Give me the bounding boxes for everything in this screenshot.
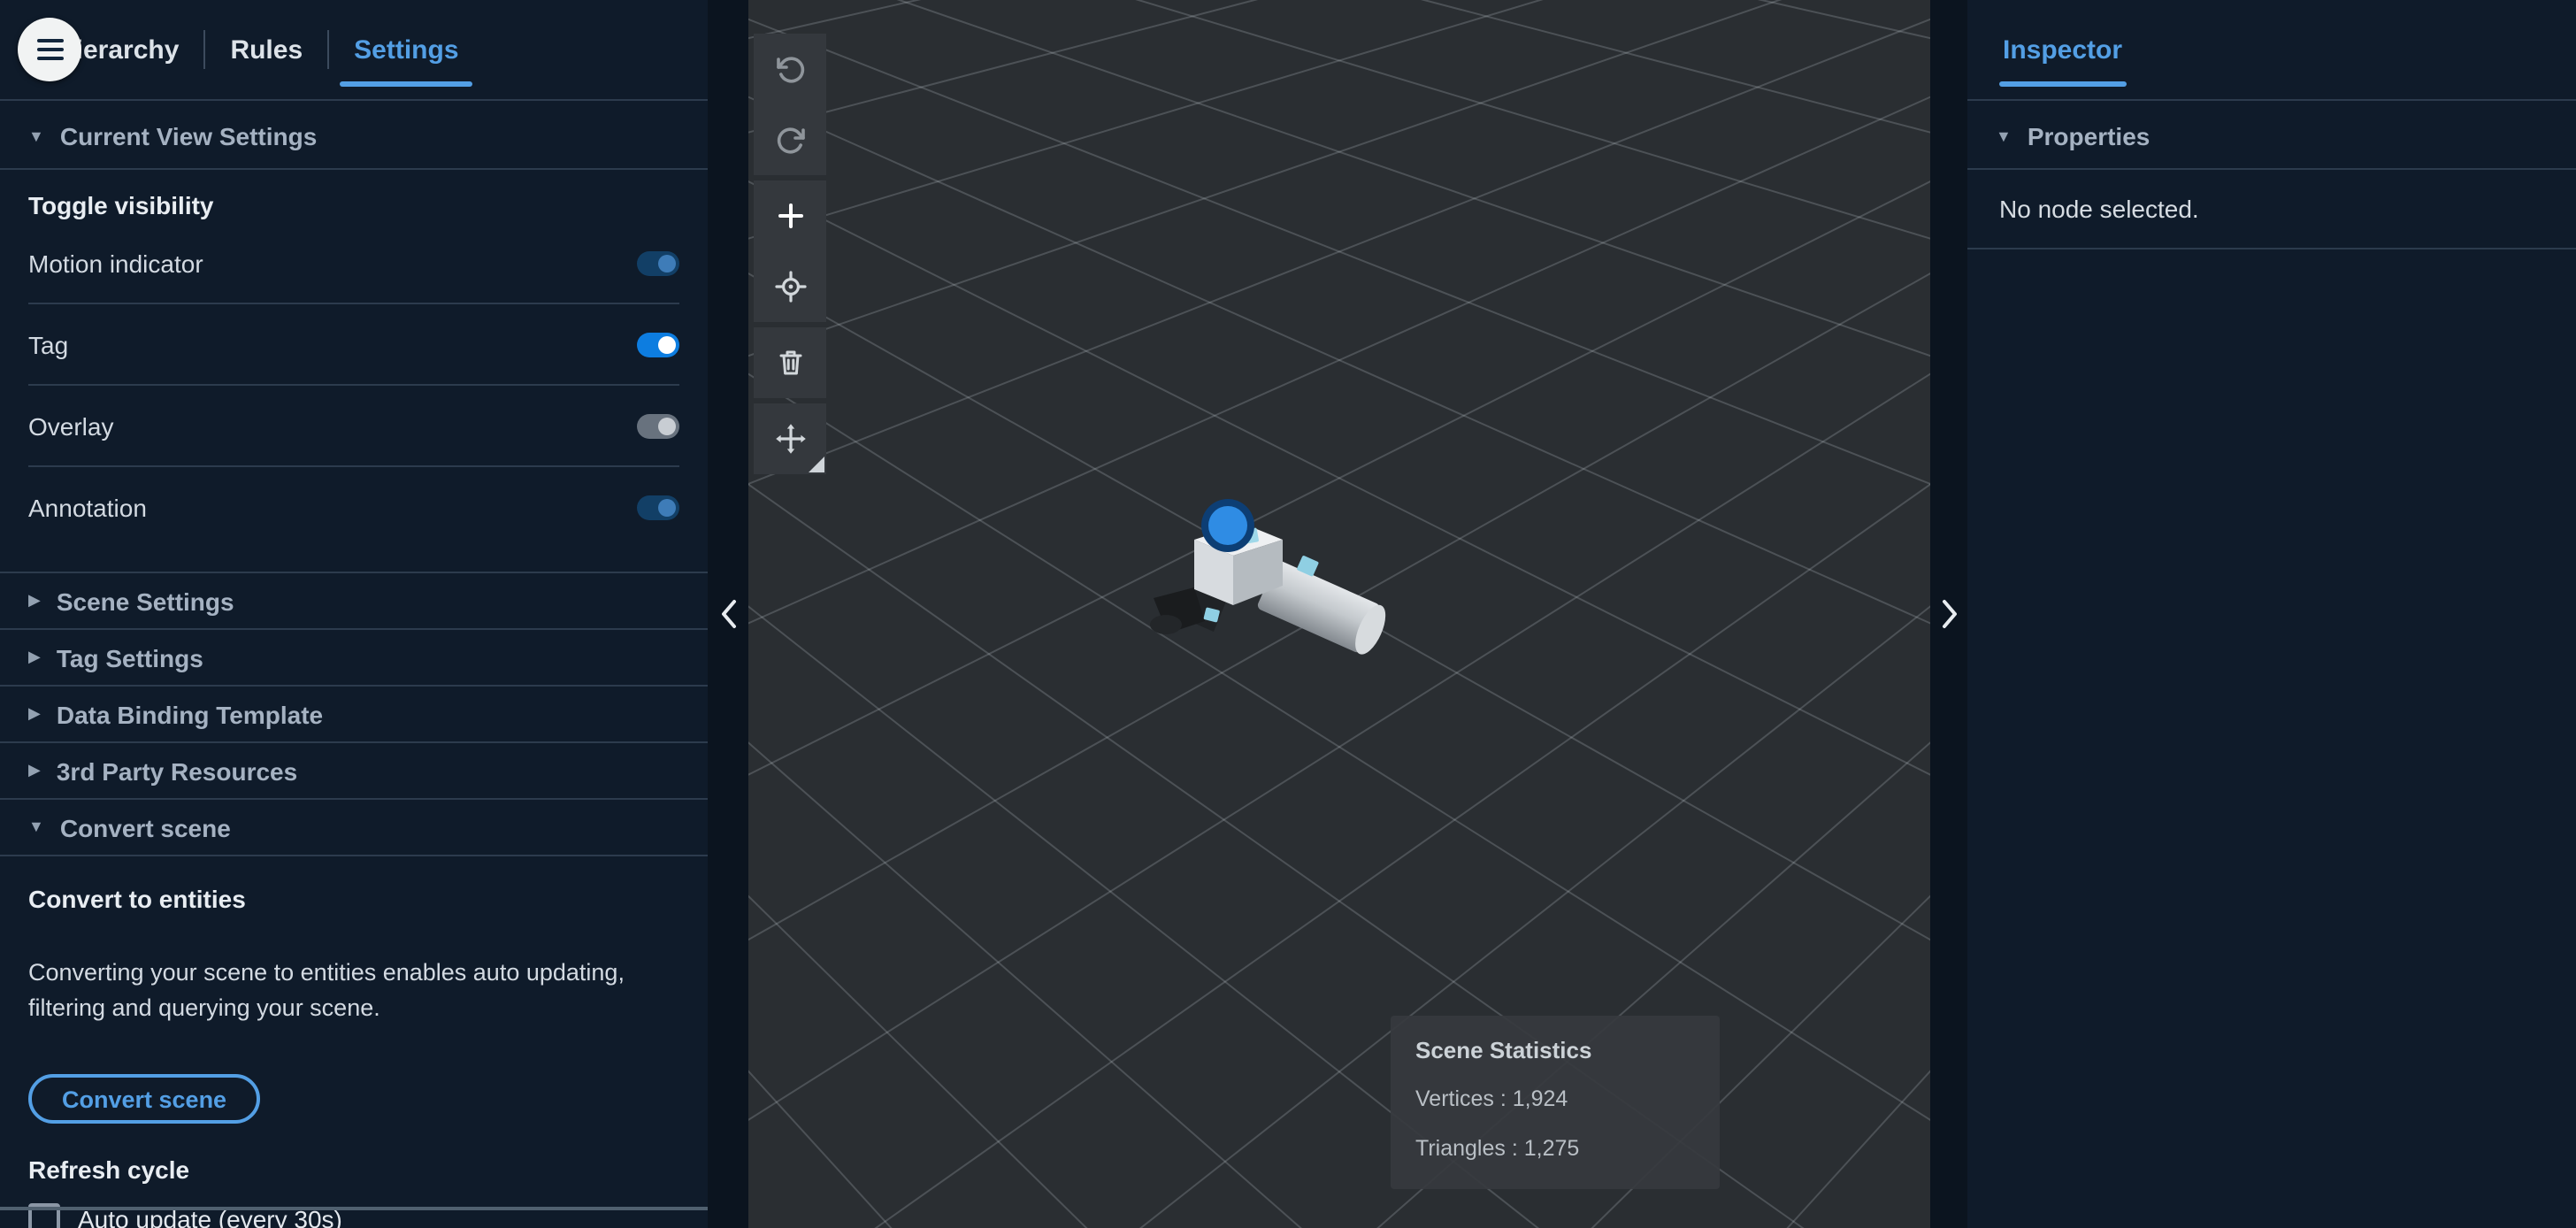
stats-vertices: Vertices : 1,924 [1415,1086,1568,1111]
scene-model[interactable] [1150,499,1398,658]
section-convert-scene[interactable]: ▼ Convert scene [0,800,708,856]
caret-down-icon: ▼ [28,127,44,144]
toggle-row-overlay: Overlay [28,386,679,467]
plus-icon [778,203,802,228]
anchor-button[interactable] [754,251,826,322]
left-panel-scrollbar[interactable] [0,1207,708,1210]
move-icon [775,424,805,454]
anchor-target-icon [774,271,806,303]
tag-toggle[interactable] [637,332,679,357]
toggle-label: Overlay [28,411,114,440]
heading-convert-to-entities: Convert to entities [28,885,246,913]
undo-icon [776,57,804,83]
section-title: Properties [2027,122,2150,150]
left-panel-collapse-strip [708,0,748,1228]
scene-canvas [748,0,1930,1228]
motion-indicator-toggle[interactable] [637,250,679,275]
left-panel-tabs: Hierarchy Rules Settings [0,0,708,101]
section-properties[interactable]: ▼ Properties [1967,101,2576,170]
expand-right-icon[interactable] [1940,598,1958,630]
section-tag-settings[interactable]: ▶ Tag Settings [0,630,708,687]
viewport-toolbar [754,34,826,474]
caret-right-icon: ▶ [28,591,41,609]
toggle-label: Tag [28,330,69,358]
toggle-row-motion-indicator: Motion indicator [28,223,679,304]
stats-title: Scene Statistics [1415,1037,1592,1063]
convert-description: Converting your scene to entities enable… [28,958,625,1020]
redo-button[interactable] [754,104,826,175]
toggle-row-annotation: Annotation [28,467,679,547]
collapsed-sections: ▶ Scene Settings ▶ Tag Settings ▶ Data B… [0,572,708,856]
overlay-toggle[interactable] [637,413,679,438]
inspector-panel: Inspector ▼ Properties No node selected. [1967,0,2576,1228]
tab-settings[interactable]: Settings [329,0,483,99]
tab-strip: Hierarchy Rules Settings [32,0,484,99]
stats-triangles: Triangles : 1,275 [1415,1136,1580,1161]
tab-inspector[interactable]: Inspector [1999,0,2126,99]
no-selection-text: No node selected. [1967,170,2576,249]
scene-statistics-panel: Scene Statistics Vertices : 1,924 Triang… [1391,1016,1720,1189]
caret-down-icon: ▼ [1996,127,2012,144]
heading-toggle-visibility: Toggle visibility [28,191,214,219]
tab-rules[interactable]: Rules [205,0,327,99]
caret-right-icon: ▶ [28,761,41,779]
section-current-view-settings[interactable]: ▼ Current View Settings [0,101,708,170]
section-3rd-party-resources[interactable]: ▶ 3rd Party Resources [0,743,708,800]
heading-refresh-cycle: Refresh cycle [28,1155,190,1184]
hamburger-icon [36,39,63,42]
collapse-left-icon[interactable] [719,598,737,630]
toggle-row-tag: Tag [28,304,679,386]
add-object-button[interactable] [754,180,826,251]
inspector-tabs: Inspector [1967,0,2576,101]
caret-right-icon: ▶ [28,648,41,665]
delete-button[interactable] [754,327,826,398]
scene-composer-app: Hierarchy Rules Settings ▼ Current View … [0,0,2576,1228]
caret-down-icon: ▼ [28,817,44,835]
caret-right-icon: ▶ [28,704,41,722]
section-scene-settings[interactable]: ▶ Scene Settings [0,573,708,630]
right-panel-collapse-strip [1930,0,1967,1228]
toolbar-resize-handle[interactable] [809,457,824,472]
annotation-toggle[interactable] [637,495,679,519]
3d-viewport[interactable]: Scene Statistics Vertices : 1,924 Triang… [748,0,1930,1228]
trash-icon [778,350,801,375]
toggle-label: Motion indicator [28,249,203,277]
section-title: Current View Settings [59,122,318,150]
toggle-label: Annotation [28,493,147,521]
menu-button[interactable] [18,18,81,81]
left-panel: Hierarchy Rules Settings ▼ Current View … [0,0,708,1228]
redo-icon [776,127,804,154]
undo-button[interactable] [754,34,826,104]
section-data-binding-template[interactable]: ▶ Data Binding Template [0,687,708,743]
convert-scene-button[interactable]: Convert scene [28,1074,261,1124]
